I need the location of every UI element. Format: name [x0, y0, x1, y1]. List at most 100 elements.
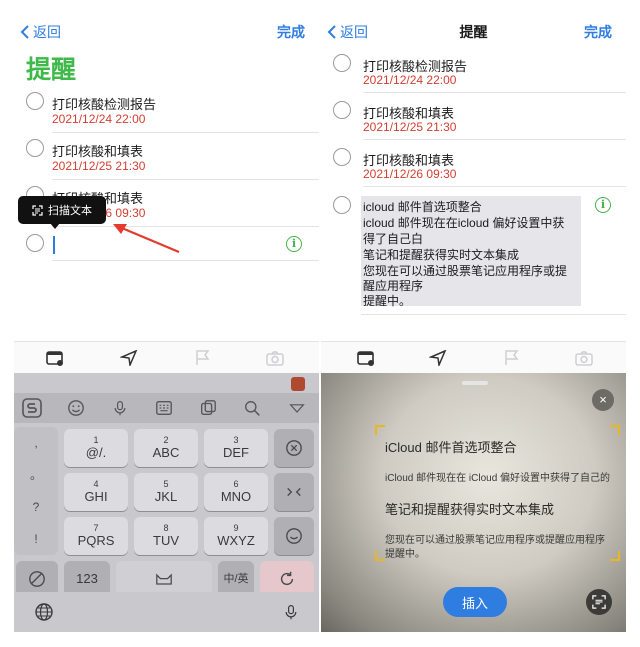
retype-icon [287, 487, 301, 497]
key-5[interactable]: 5 JKL [134, 473, 198, 511]
dictation-mic-icon[interactable] [283, 602, 299, 627]
page-title: 提醒 [26, 56, 77, 84]
detected-text: 提醒中。 [385, 549, 425, 560]
key-4[interactable]: 4 GHI [64, 473, 128, 511]
punct-key[interactable]: ? [14, 491, 58, 523]
ime-toolbar [14, 393, 319, 423]
camera-icon[interactable] [266, 350, 284, 366]
key-2[interactable]: 2 ABC [134, 429, 198, 467]
complete-radio[interactable] [26, 92, 44, 110]
inserted-text-line: 笔记和提醒获得实时文本集成 [363, 248, 520, 262]
location-icon[interactable] [119, 349, 138, 368]
divider [361, 314, 626, 315]
complete-radio[interactable] [26, 234, 44, 252]
reminder-date: 2021/12/24 22:00 [52, 112, 146, 126]
delete-key[interactable] [274, 429, 314, 467]
ime-switch-icon [29, 571, 45, 587]
complete-radio[interactable] [333, 101, 351, 119]
flag-icon[interactable] [194, 350, 212, 366]
key-letters: GHI [84, 489, 108, 504]
divider [363, 139, 626, 140]
scan-corner [375, 425, 385, 435]
emoji-icon[interactable] [66, 398, 86, 418]
ime-avatar-icon[interactable] [291, 377, 305, 391]
inserted-text-line: icloud 邮件现在在icloud 偏好设置中获 [363, 216, 565, 230]
live-text-camera-view: × iCloud 邮件首选项整合 iCloud 邮件现在在 iCloud 偏好设… [321, 373, 626, 632]
key-num: 4 [93, 479, 99, 489]
key-num: 7 [93, 523, 99, 533]
flag-icon[interactable] [503, 350, 521, 366]
done-button[interactable]: 完成 [277, 22, 305, 42]
key-1[interactable]: 1 @/. [64, 429, 128, 467]
key-num: 3 [233, 435, 239, 445]
reminder-date: 2021/12/25 21:30 [52, 159, 146, 173]
reminder-title[interactable]: 打印核酸检测报告 [52, 94, 156, 113]
delete-icon [286, 440, 302, 456]
retype-key[interactable] [274, 473, 314, 511]
calendar-icon[interactable] [46, 350, 64, 366]
key-7[interactable]: 7 PQRS [64, 517, 128, 555]
info-icon[interactable]: i [286, 236, 302, 252]
key-3[interactable]: 3 DEF [204, 429, 268, 467]
punct-key[interactable]: 。 [14, 459, 58, 491]
scan-text-tooltip[interactable]: 扫描文本 [18, 196, 106, 229]
key-letters: TUV [153, 533, 179, 548]
complete-radio[interactable] [26, 139, 44, 157]
key-letters: JKL [154, 489, 178, 504]
back-button[interactable]: 返回 [20, 22, 61, 42]
complete-radio[interactable] [333, 148, 351, 166]
detected-heading: 笔记和提醒获得实时文本集成 [385, 502, 555, 517]
key-9[interactable]: 9 WXYZ [204, 517, 268, 555]
key-num: 1 [93, 435, 99, 445]
scan-text-icon [32, 204, 43, 216]
punct-key[interactable]: , [14, 427, 58, 459]
key-num: 8 [163, 523, 169, 533]
reminder-toolbar [321, 341, 626, 373]
complete-radio[interactable] [333, 54, 351, 72]
clipboard-icon[interactable] [198, 398, 218, 418]
globe-icon[interactable] [34, 602, 54, 627]
punct-key[interactable]: ! [14, 523, 58, 555]
divider [363, 186, 626, 187]
live-text-icon[interactable] [586, 589, 612, 615]
right-screen: 返回 提醒 完成 打印核酸检测报告 2021/12/24 22:00 打印核酸和… [321, 14, 626, 632]
scan-corner [375, 551, 385, 561]
key-6[interactable]: 6 MNO [204, 473, 268, 511]
key-num: 9 [233, 523, 239, 533]
scan-corner [610, 425, 620, 435]
collapse-keyboard-icon[interactable] [287, 398, 307, 418]
key-letters: DEF [223, 445, 249, 460]
search-icon[interactable] [242, 398, 262, 418]
inserted-text-line: icloud 邮件首选项整合 [363, 200, 482, 214]
reminder-date: 2021/12/26 09:30 [363, 167, 457, 181]
sheet-grabber[interactable] [462, 381, 488, 385]
calendar-icon[interactable] [357, 350, 375, 366]
nav-title: 提醒 [459, 24, 488, 40]
microphone-icon[interactable] [110, 398, 130, 418]
tooltip-pointer [50, 223, 60, 229]
ime-logo-icon[interactable] [22, 398, 42, 418]
back-label: 返回 [33, 24, 61, 40]
reminder-date: 2021/12/25 21:30 [363, 120, 457, 134]
keyboard-layout-icon[interactable] [154, 398, 174, 418]
reminder-title[interactable]: 打印核酸和填表 [52, 141, 143, 160]
location-icon[interactable] [428, 349, 447, 368]
punctuation-column: , 。 ? ! [14, 427, 58, 555]
space-cat-icon [156, 572, 172, 585]
done-button[interactable]: 完成 [584, 22, 612, 42]
key-8[interactable]: 8 TUV [134, 517, 198, 555]
close-button[interactable]: × [592, 389, 614, 411]
camera-icon[interactable] [575, 350, 593, 366]
detected-text: 您现在可以通过股票笔记应用程序或提醒应用程序 [385, 535, 605, 546]
detected-text: iCloud 邮件现在在 iCloud 偏好设置中获得了自己的 [385, 473, 611, 484]
keyboard: , 。 ? ! 1 @/. 2 ABC 3 DEF 4 GHI 5 JKL 6 MNO 7P… [14, 373, 319, 632]
emoji-key[interactable] [274, 517, 314, 555]
divider [52, 226, 319, 227]
nav-bar: 返回 提醒 完成 [321, 14, 626, 46]
insert-button[interactable]: 插入 [443, 587, 507, 617]
key-letters: WXYZ [217, 533, 255, 548]
complete-radio[interactable] [333, 196, 351, 214]
info-icon[interactable]: i [595, 197, 611, 213]
key-letters: MNO [220, 489, 252, 504]
detected-heading: iCloud 邮件首选项整合 [385, 440, 517, 455]
